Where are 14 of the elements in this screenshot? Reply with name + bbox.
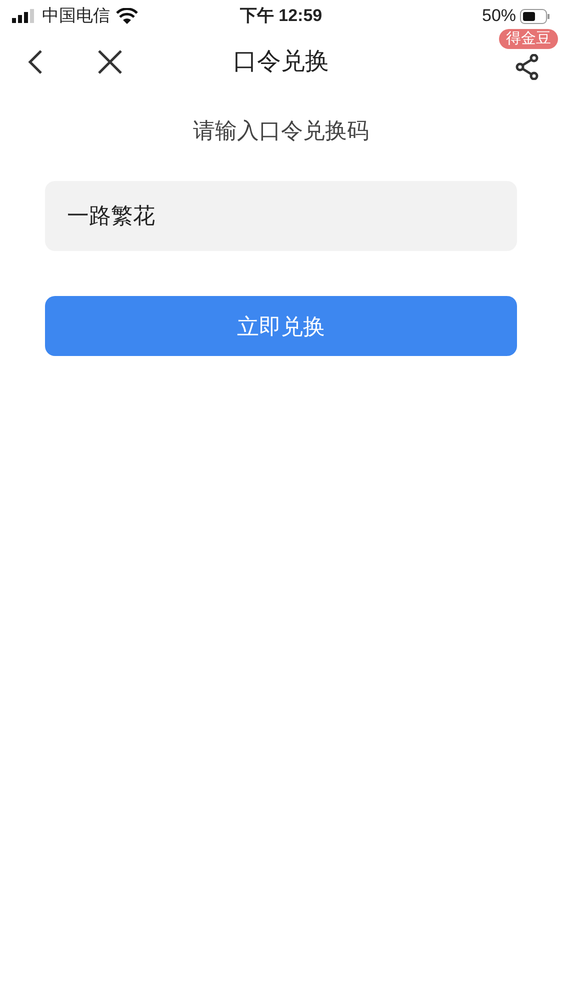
redeem-button[interactable]: 立即兑换 xyxy=(45,296,517,356)
code-input-field[interactable]: 一路繁花 xyxy=(45,181,517,251)
wifi-icon xyxy=(116,8,138,24)
battery-icon xyxy=(520,8,550,24)
close-icon xyxy=(97,49,123,75)
share-icon xyxy=(515,54,539,80)
reward-badge: 得金豆 xyxy=(499,29,558,49)
signal-icon xyxy=(12,9,36,23)
back-icon xyxy=(27,49,43,75)
battery-percent: 50% xyxy=(482,5,516,28)
status-time: 下午 12:59 xyxy=(240,5,322,28)
page-title: 口令兑换 xyxy=(233,47,329,77)
carrier-name: 中国电信 xyxy=(42,5,110,28)
prompt-text: 请输入口令兑换码 xyxy=(193,117,369,145)
